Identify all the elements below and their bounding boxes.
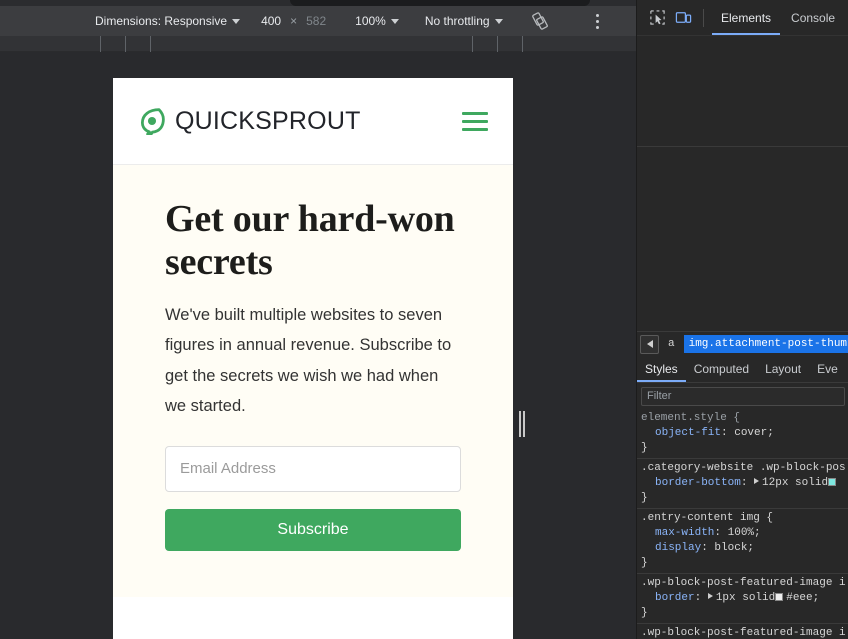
breadcrumb-item-selected[interactable]: img.attachment-post-thumbn bbox=[683, 335, 848, 353]
device-toolbar-toggle-icon[interactable] bbox=[671, 6, 695, 30]
brand-name: QUICKSPROUT bbox=[175, 106, 361, 135]
css-rule[interactable]: .entry-content img { max-width: 100%; disp… bbox=[637, 509, 848, 574]
elements-tree-upper[interactable] bbox=[637, 36, 848, 183]
styles-filter-row: Filter bbox=[637, 384, 848, 408]
css-rules-list: element.style {object-fit: cover;} .categ… bbox=[637, 409, 848, 639]
page-viewport: QUICKSPROUT Get our hard-won secrets We'… bbox=[113, 78, 513, 639]
throttling-label: No throttling bbox=[424, 14, 490, 28]
inspect-element-icon[interactable] bbox=[645, 6, 669, 30]
dimensions-dropdown[interactable]: Dimensions: Responsive bbox=[88, 6, 247, 36]
tab-elements[interactable]: Elements bbox=[712, 0, 780, 35]
hamburger-menu-icon[interactable] bbox=[462, 111, 488, 131]
zoom-dropdown[interactable]: 100% bbox=[348, 6, 406, 36]
email-input[interactable] bbox=[165, 445, 461, 492]
throttling-dropdown[interactable]: No throttling bbox=[418, 6, 510, 36]
viewport-resize-handle[interactable] bbox=[519, 411, 526, 437]
device-emulation-toolbar: Dimensions: Responsive 400 × 582 100% No… bbox=[0, 6, 636, 36]
tab-console[interactable]: Console bbox=[782, 0, 844, 35]
css-rule[interactable]: .category-website .wp-block-pos border-bo… bbox=[637, 459, 848, 509]
css-selector: .wp-block-post-featured-image i bbox=[641, 577, 846, 589]
hero-body-text: We've built multiple websites to seven f… bbox=[165, 305, 452, 416]
viewport-height-input[interactable]: 582 bbox=[306, 14, 326, 28]
subscribe-button[interactable]: Subscribe bbox=[165, 508, 461, 551]
styles-subtabs: Styles Computed Layout Eve bbox=[637, 356, 848, 383]
toolbar-divider bbox=[703, 8, 704, 27]
css-declaration[interactable]: border-bottom: 12px solid bbox=[641, 476, 848, 491]
featured-heading: Featured bbox=[165, 633, 461, 639]
devtools-window: Dimensions: Responsive 400 × 582 100% No… bbox=[0, 0, 848, 639]
css-rule[interactable]: element.style { object-fit: cover;} bbox=[637, 409, 848, 459]
css-selector: .entry-content img { bbox=[641, 512, 774, 524]
css-selector: .category-website .wp-block-pos bbox=[641, 462, 846, 474]
elements-tree-lower[interactable] bbox=[637, 183, 848, 377]
css-declaration[interactable]: max-width: 100%; bbox=[641, 526, 848, 541]
tab-layout[interactable]: Layout bbox=[757, 356, 809, 382]
css-rule-close: } bbox=[641, 557, 648, 569]
zoom-label: 100% bbox=[355, 14, 386, 28]
breadcrumb-scroll-left-icon[interactable] bbox=[640, 334, 659, 354]
css-rule[interactable]: .wp-block-post-featured-image i bbox=[637, 624, 848, 639]
chevron-down-icon bbox=[390, 18, 399, 24]
breadcrumb: a img.attachment-post-thumbn bbox=[637, 331, 848, 356]
hero-section: Get our hard-won secrets We've built mul… bbox=[113, 165, 513, 597]
tab-event-listeners[interactable]: Eve bbox=[809, 356, 846, 382]
sprout-leaf-logo-icon bbox=[138, 107, 166, 136]
site-logo[interactable]: QUICKSPROUT bbox=[138, 107, 361, 136]
chevron-down-icon bbox=[494, 18, 503, 24]
css-declaration[interactable]: border: 1px solid #eee; bbox=[641, 591, 848, 606]
site-header: QUICKSPROUT bbox=[113, 78, 513, 165]
css-rule-close: } bbox=[641, 442, 648, 454]
dimension-separator: × bbox=[290, 14, 298, 28]
devtools-panel: Elements Console a img.attachment-post-t… bbox=[636, 0, 848, 639]
dimensions-label: Dimensions: Responsive bbox=[95, 14, 228, 28]
css-declaration[interactable]: object-fit: cover; bbox=[641, 426, 848, 441]
css-rule-close: } bbox=[641, 492, 648, 504]
more-options-icon[interactable] bbox=[590, 12, 606, 30]
viewport-ruler bbox=[0, 36, 636, 52]
featured-section: Featured bbox=[113, 596, 513, 639]
tab-styles[interactable]: Styles bbox=[637, 356, 686, 382]
css-declaration[interactable]: display: block; bbox=[641, 541, 848, 556]
css-selector: .wp-block-post-featured-image i bbox=[641, 627, 846, 639]
tree-divider bbox=[637, 146, 848, 147]
css-rule[interactable]: .wp-block-post-featured-image i border: 1… bbox=[637, 574, 848, 624]
filter-input[interactable]: Filter bbox=[641, 386, 845, 406]
tab-computed[interactable]: Computed bbox=[686, 356, 757, 382]
chevron-down-icon bbox=[232, 18, 241, 24]
emulation-stage: QUICKSPROUT Get our hard-won secrets We'… bbox=[0, 52, 636, 639]
viewport-width-input[interactable]: 400 bbox=[261, 14, 281, 28]
breadcrumb-item-a[interactable]: a bbox=[659, 338, 684, 350]
devtools-tabbar: Elements Console bbox=[637, 0, 848, 36]
css-selector: element.style { bbox=[641, 412, 741, 424]
hero-heading: Get our hard-won secrets bbox=[165, 198, 455, 283]
css-rule-close: } bbox=[641, 607, 648, 619]
rotate-icon[interactable] bbox=[530, 11, 550, 31]
